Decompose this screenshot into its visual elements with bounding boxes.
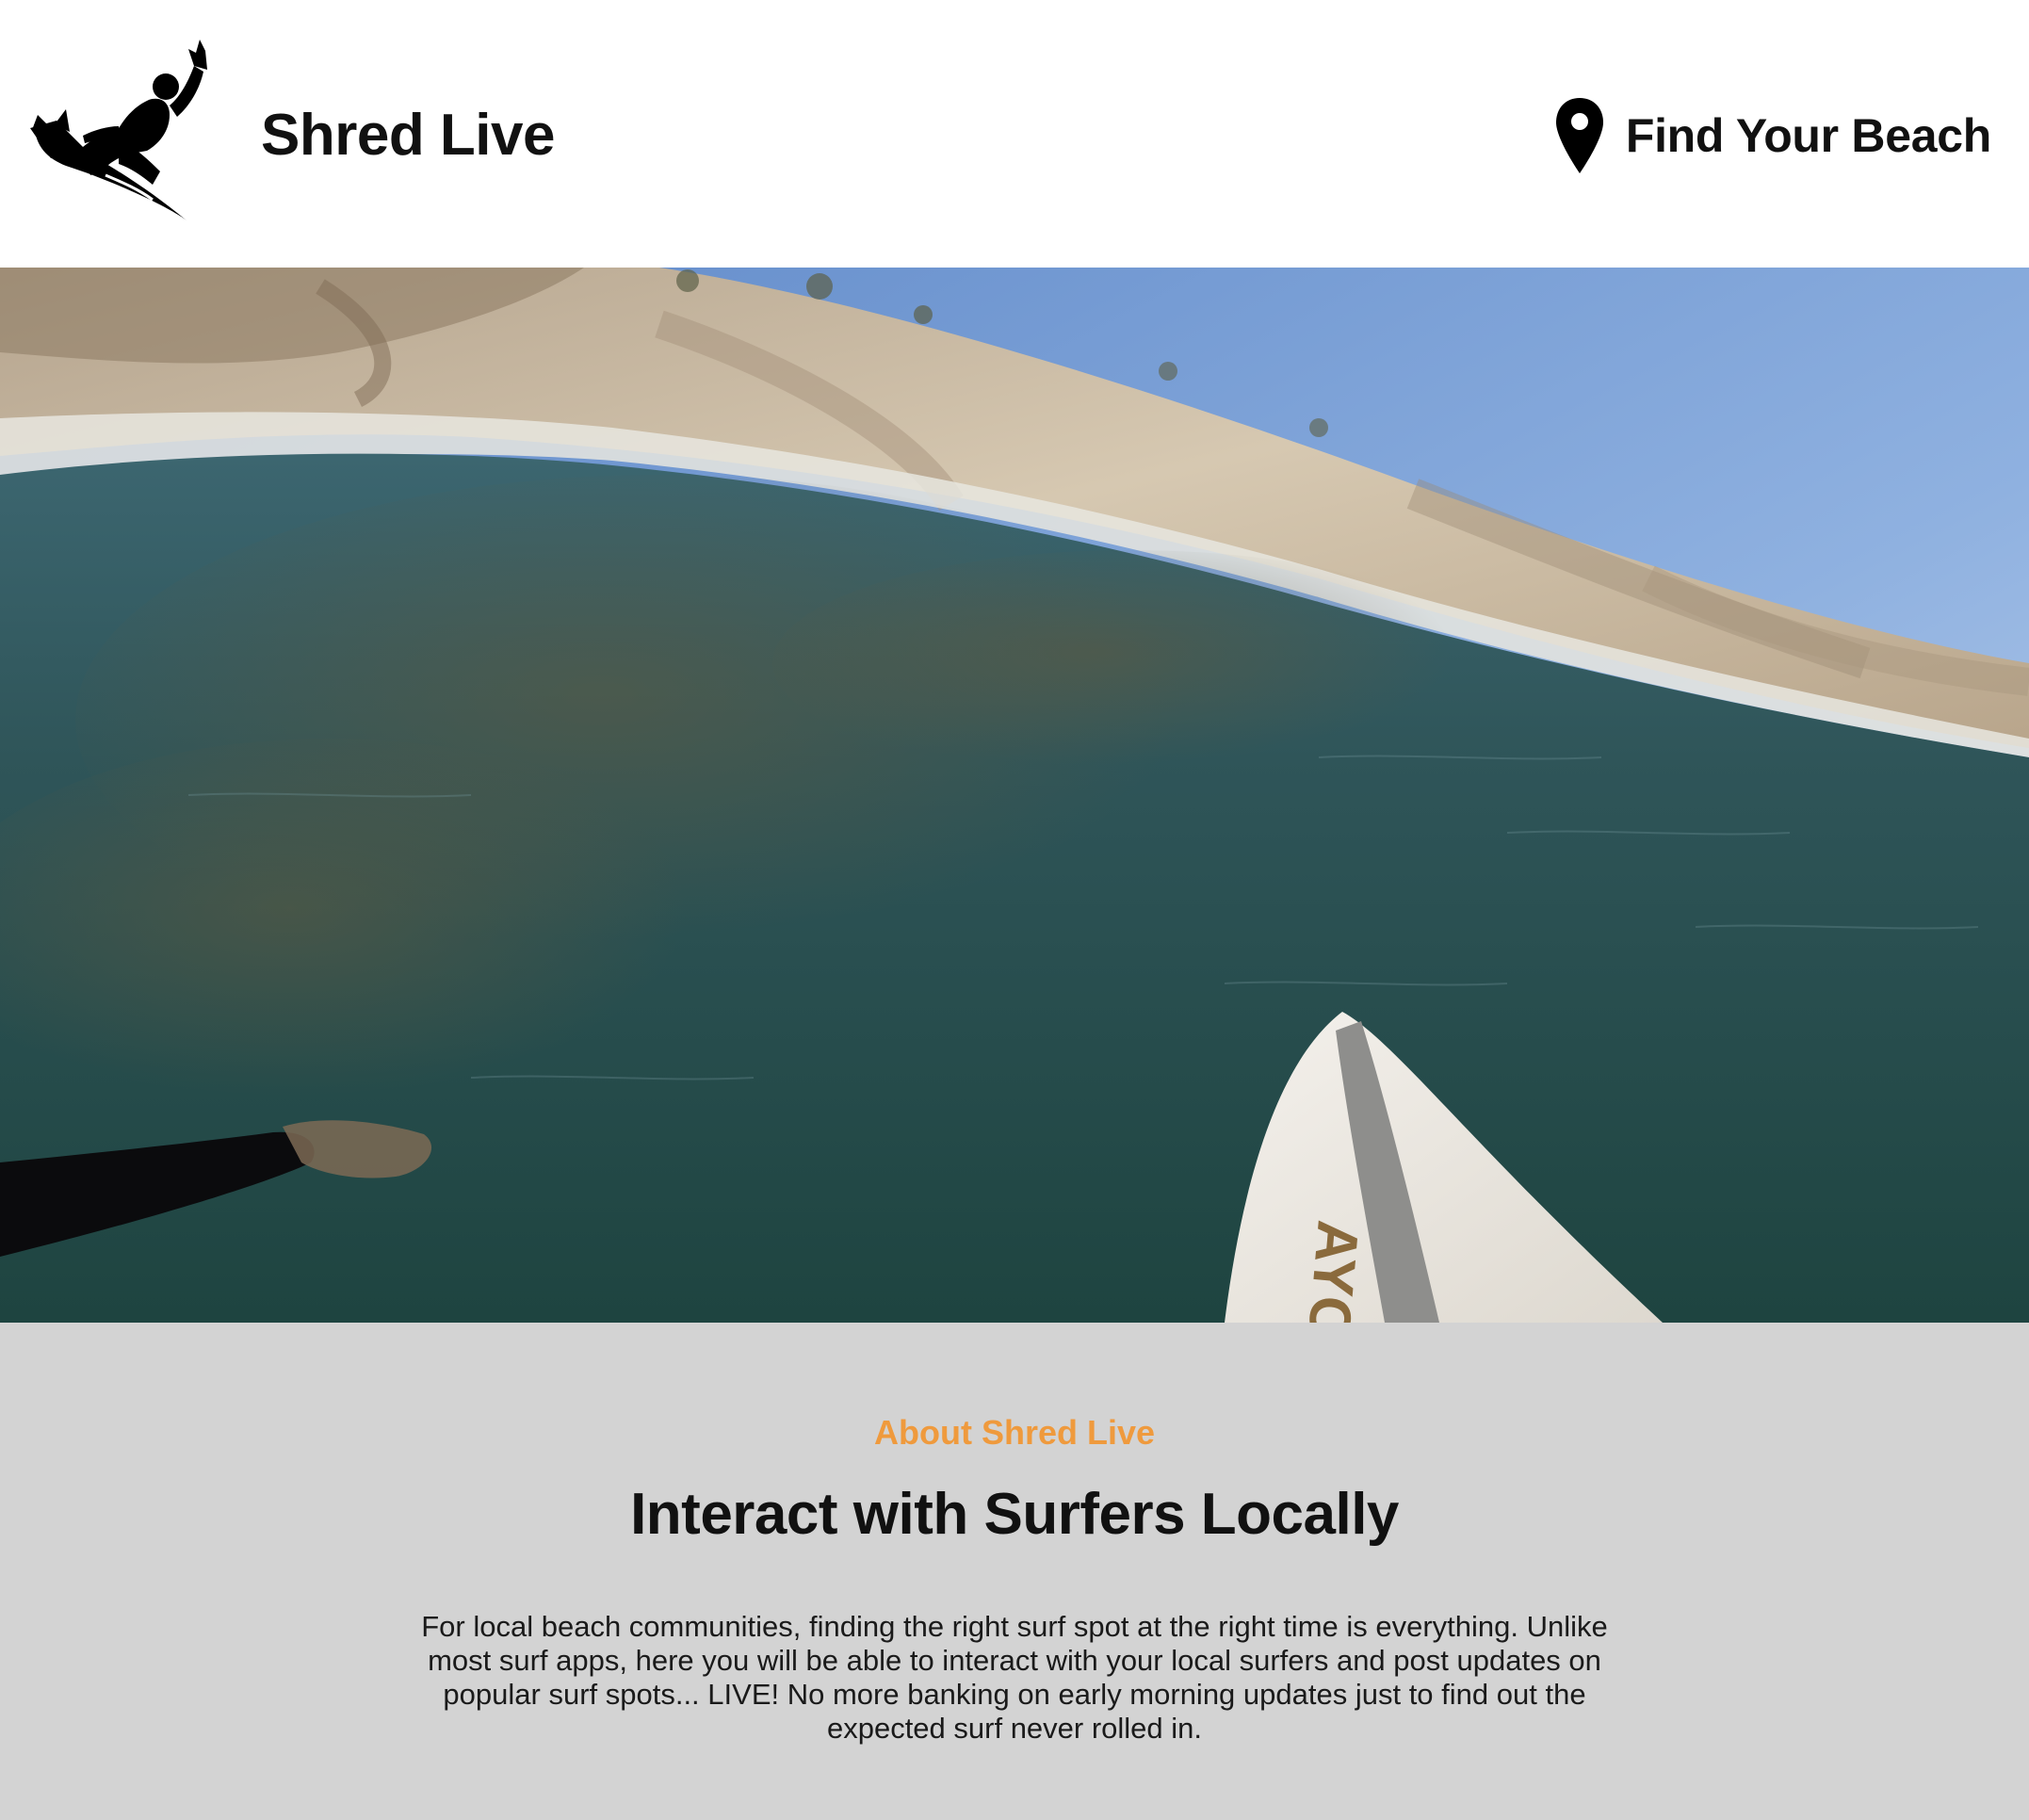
brand-title[interactable]: Shred Live: [261, 102, 556, 170]
site-header: Shred Live Find Your Beach: [0, 0, 2029, 268]
about-section: About Shred Live Interact with Surfers L…: [0, 1323, 2029, 1820]
surf-pov-hero-image: AYOY: [0, 268, 2029, 1323]
about-title: Interact with Surfers Locally: [630, 1482, 1399, 1547]
find-your-beach-label: Find Your Beach: [1625, 109, 1991, 162]
surfer-logo-icon[interactable]: [28, 34, 228, 226]
map-pin-icon: [1554, 96, 1605, 175]
find-your-beach-link[interactable]: Find Your Beach: [1554, 94, 1991, 177]
about-eyebrow: About Shred Live: [873, 1413, 1156, 1452]
about-body: For local beach communities, finding the…: [421, 1610, 1608, 1745]
